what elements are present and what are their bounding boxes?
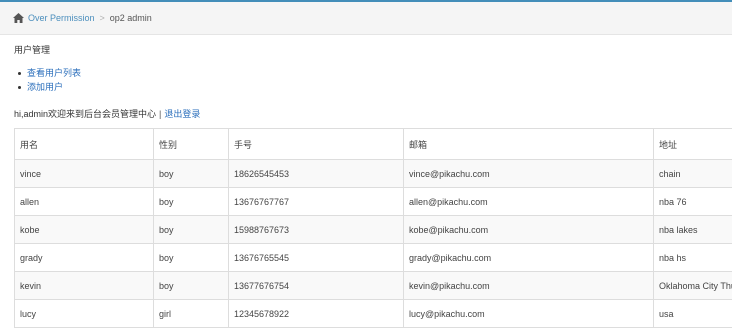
cell-phone: 15988767673: [228, 215, 404, 244]
cell-gender: boy: [153, 271, 229, 300]
cell-phone: 13676767767: [228, 187, 404, 216]
menu-item-add-user: 添加用户: [18, 80, 81, 94]
user-menu: 查看用户列表 添加用户: [18, 66, 81, 94]
column-header-address: 地址: [653, 128, 732, 160]
column-header-email: 邮箱: [403, 128, 654, 160]
section-title: 用户管理: [14, 45, 51, 55]
cell-username: vince: [14, 159, 154, 188]
cell-phone: 13676765545: [228, 243, 404, 272]
cell-username: kobe: [14, 215, 154, 244]
welcome-bar: hi,admin欢迎来到后台会员管理中心 | 退出登录: [14, 107, 200, 120]
table-row: grady boy 13676765545 grady@pikachu.com …: [14, 243, 732, 272]
view-users-link[interactable]: 查看用户列表: [27, 68, 81, 78]
table-header-row: 用名 性别 手号 邮箱 地址: [14, 128, 732, 160]
home-icon[interactable]: [13, 13, 24, 23]
table-row: vince boy 18626545453 vince@pikachu.com …: [14, 159, 732, 188]
table-row: kobe boy 15988767673 kobe@pikachu.com nb…: [14, 215, 732, 244]
cell-phone: 18626545453: [228, 159, 404, 188]
breadcrumb: Over Permission > op2 admin: [0, 2, 732, 35]
cell-address: nba 76: [653, 187, 732, 216]
cell-gender: girl: [153, 299, 229, 328]
cell-address: nba hs: [653, 243, 732, 272]
cell-address: Oklahoma City Thun: [653, 271, 732, 300]
cell-address: usa: [653, 299, 732, 328]
cell-username: lucy: [14, 299, 154, 328]
cell-email: grady@pikachu.com: [403, 243, 654, 272]
welcome-separator: |: [159, 109, 162, 119]
column-header-username: 用名: [14, 128, 154, 160]
cell-gender: boy: [153, 243, 229, 272]
logout-link[interactable]: 退出登录: [164, 109, 200, 119]
welcome-text: hi,admin欢迎来到后台会员管理中心: [14, 109, 157, 119]
cell-email: kobe@pikachu.com: [403, 215, 654, 244]
breadcrumb-current: op2 admin: [109, 13, 152, 23]
cell-email: vince@pikachu.com: [403, 159, 654, 188]
add-user-link[interactable]: 添加用户: [27, 82, 63, 92]
table-row: lucy girl 12345678922 lucy@pikachu.com u…: [14, 299, 732, 328]
cell-email: allen@pikachu.com: [403, 187, 654, 216]
cell-gender: boy: [153, 215, 229, 244]
cell-email: lucy@pikachu.com: [403, 299, 654, 328]
bullet-icon: [18, 86, 21, 90]
cell-gender: boy: [153, 187, 229, 216]
menu-item-view-users: 查看用户列表: [18, 66, 81, 80]
cell-gender: boy: [153, 159, 229, 188]
cell-email: kevin@pikachu.com: [403, 271, 654, 300]
column-header-phone: 手号: [228, 128, 404, 160]
cell-phone: 13677676754: [228, 271, 404, 300]
cell-username: allen: [14, 187, 154, 216]
breadcrumb-home-link[interactable]: Over Permission: [28, 13, 95, 23]
table-row: allen boy 13676767767 allen@pikachu.com …: [14, 187, 732, 216]
cell-address: chain: [653, 159, 732, 188]
bullet-icon: [18, 72, 21, 76]
cell-username: kevin: [14, 271, 154, 300]
breadcrumb-separator: >: [99, 13, 105, 23]
column-header-gender: 性别: [153, 128, 229, 160]
cell-address: nba lakes: [653, 215, 732, 244]
cell-username: grady: [14, 243, 154, 272]
table-row: kevin boy 13677676754 kevin@pikachu.com …: [14, 271, 732, 300]
cell-phone: 12345678922: [228, 299, 404, 328]
user-table: 用名 性别 手号 邮箱 地址 vince boy 18626545453 vin…: [14, 128, 732, 328]
